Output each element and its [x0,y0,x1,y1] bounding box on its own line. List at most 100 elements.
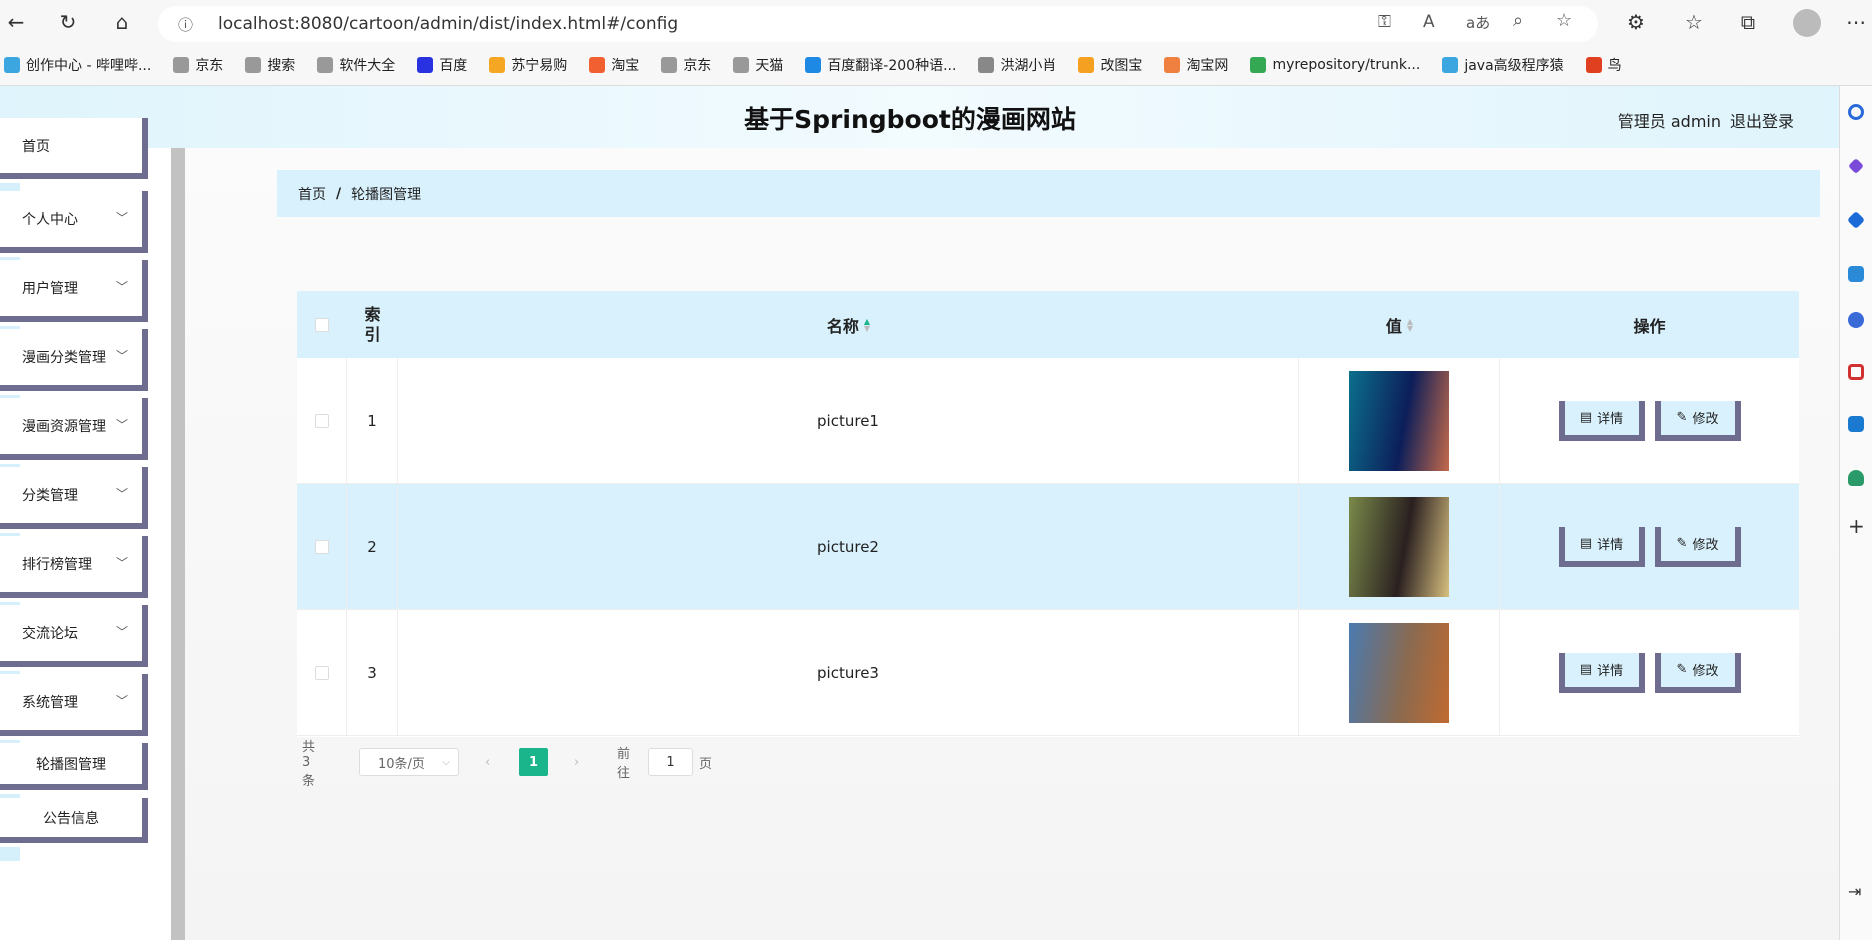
sidebar-scrollbar[interactable] [171,148,185,940]
edit-label: 修改 [1692,538,1719,553]
bookmark-item[interactable]: 搜索 [245,55,295,75]
row-checkbox[interactable] [314,413,329,428]
back-icon[interactable]: ← [2,8,30,36]
bookmark-item[interactable]: 天猫 [733,55,783,75]
bookmark-item[interactable]: 京东 [661,55,711,75]
bookmark-icon [1585,56,1602,73]
read-aloud-icon[interactable]: A [1423,12,1435,32]
browser-side-panel: + ⇥ [1839,86,1872,940]
refresh-icon[interactable]: ↻ [54,8,82,36]
bookmark-item[interactable]: 淘宝 [589,55,639,75]
row-checkbox[interactable] [314,665,329,680]
header-actions: 操作 [1633,316,1666,336]
bookmark-item[interactable]: java高级程序猿 [1442,55,1564,75]
edit-button[interactable]: ✎ 修改 [1654,652,1741,693]
row-checkbox[interactable] [314,539,329,554]
sidebar-item[interactable]: 分类管理 ﹀ [0,467,148,529]
bookmark-label: 洪湖小肖 [1000,57,1057,74]
sidebar-item[interactable]: 个人中心 ﹀ [0,191,148,253]
bookmark-item[interactable]: 鸟 [1585,55,1622,75]
browser-toolbar: ← ↻ ⌂ ⓘ localhost:8080/cartoon/admin/dis… [0,0,1872,44]
info-icon[interactable]: ⓘ [178,14,193,35]
bookmark-item[interactable]: 软件大全 [317,55,395,75]
sidebar-item-label: 漫画分类管理 [22,350,106,366]
profile-avatar[interactable] [1793,9,1821,37]
bookmark-icon [733,56,750,73]
search-icon[interactable] [1848,104,1864,120]
bookmark-label: 鸟 [1607,57,1622,74]
select-all-checkbox[interactable] [315,317,329,332]
sidebar-toggle-icon[interactable]: ⇥ [1848,882,1861,901]
row-image[interactable] [1349,622,1449,723]
bookmark-icon [245,56,262,73]
page-1-button[interactable]: 1 [519,748,548,776]
sort-icon[interactable]: ▲ ▼ [864,317,870,332]
next-page-button[interactable]: › [574,748,579,776]
bookmark-item[interactable]: myrepository/trunk... [1250,56,1420,73]
collections-icon[interactable]: ⧉ [1734,8,1762,36]
bookmark-label: 搜索 [267,57,296,74]
tools-icon[interactable] [1846,210,1866,230]
sidebar-item[interactable]: 交流论坛 ﹀ [0,605,148,667]
url-text[interactable]: localhost:8080/cartoon/admin/dist/index.… [218,14,678,34]
breadcrumb-home[interactable]: 首页 [298,184,326,204]
outlook-icon[interactable] [1848,416,1864,432]
row-image[interactable] [1349,370,1449,471]
translate-icon[interactable]: aあ [1466,12,1490,33]
more-icon[interactable]: ⋯ [1842,8,1870,36]
shopping-icon[interactable] [1848,266,1864,282]
favorites-icon[interactable]: ☆ [1680,8,1708,36]
bookmark-item[interactable]: 百度翻译-200种语... [805,55,956,75]
sidebar-item-label: 个人中心 [22,212,78,228]
office-icon[interactable] [1848,364,1864,380]
favorite-add-icon[interactable]: ☆ [1556,10,1572,31]
copilot-icon[interactable] [1848,158,1864,174]
goto-page-input[interactable]: 1 [648,748,693,776]
document-icon: ▤ [1579,410,1593,425]
bookmark-item[interactable]: 淘宝网 [1164,55,1228,75]
detail-label: 详情 [1597,412,1624,427]
admin-user: 管理员 admin [1617,112,1721,131]
edit-button[interactable]: ✎ 修改 [1654,400,1741,441]
extensions-icon[interactable]: ⚙ [1622,8,1650,36]
sidebar-item[interactable]: 系统管理 ﹀ [0,674,148,736]
sidebar-item[interactable]: 轮播图管理 [0,743,148,790]
tree-icon[interactable] [1848,470,1864,486]
detail-button[interactable]: ▤ 详情 [1558,400,1645,441]
chevron-down-icon: ﹀ [115,348,128,363]
header-name-label: 名称 [826,316,859,336]
sidebar-item[interactable]: 公告信息 [0,798,148,843]
bookmark-item[interactable]: 京东 [173,55,223,75]
header-name[interactable]: 名称 ▲ ▼ [398,291,1299,358]
header-value[interactable]: 值 ▲ ▼ [1299,291,1500,358]
zoom-icon[interactable]: ⌕ [1513,10,1523,31]
bookmark-icon [589,56,606,73]
home-icon[interactable]: ⌂ [108,8,136,36]
row-image[interactable] [1349,496,1449,597]
bookmark-item[interactable]: 创作中心 - 哔哩哔... [4,55,151,75]
table-row: 2 picture2 ▤ 详情 ✎ 修改 [297,484,1799,610]
sidebar-item[interactable]: 用户管理 ﹀ [0,260,148,322]
sidebar-item[interactable]: 漫画分类管理 ﹀ [0,329,148,391]
sidebar-item-label: 排行榜管理 [22,557,92,573]
bookmark-item[interactable]: 百度 [417,55,467,75]
address-bar[interactable]: ⓘ localhost:8080/cartoon/admin/dist/inde… [158,6,1598,42]
bookmark-item[interactable]: 洪湖小肖 [978,55,1056,75]
page-size-select[interactable]: 10条/页 ⌵ [359,748,459,776]
sidebar-item[interactable]: 漫画资源管理 ﹀ [0,398,148,460]
prev-page-button[interactable]: ‹ [485,748,490,776]
edit-button[interactable]: ✎ 修改 [1654,526,1741,567]
logout-link[interactable]: 退出登录 [1730,108,1794,132]
bookmark-item[interactable]: 苏宁易购 [489,55,567,75]
bookmark-item[interactable]: 改图宝 [1078,55,1142,75]
detail-button[interactable]: ▤ 详情 [1558,526,1645,567]
add-icon[interactable]: + [1848,514,1865,538]
sidebar-item[interactable]: 首页 [0,118,148,179]
sidebar-item[interactable]: 排行榜管理 ﹀ [0,536,148,598]
detail-button[interactable]: ▤ 详情 [1558,652,1645,693]
people-icon[interactable] [1848,312,1864,328]
sort-icon[interactable]: ▲ ▼ [1407,317,1413,332]
site-header: 基于Springboot的漫画网站 管理员 admin 退出登录 [0,86,1839,148]
sidebar-item-label: 首页 [22,138,50,155]
key-icon[interactable]: ⚿ [1378,12,1391,32]
